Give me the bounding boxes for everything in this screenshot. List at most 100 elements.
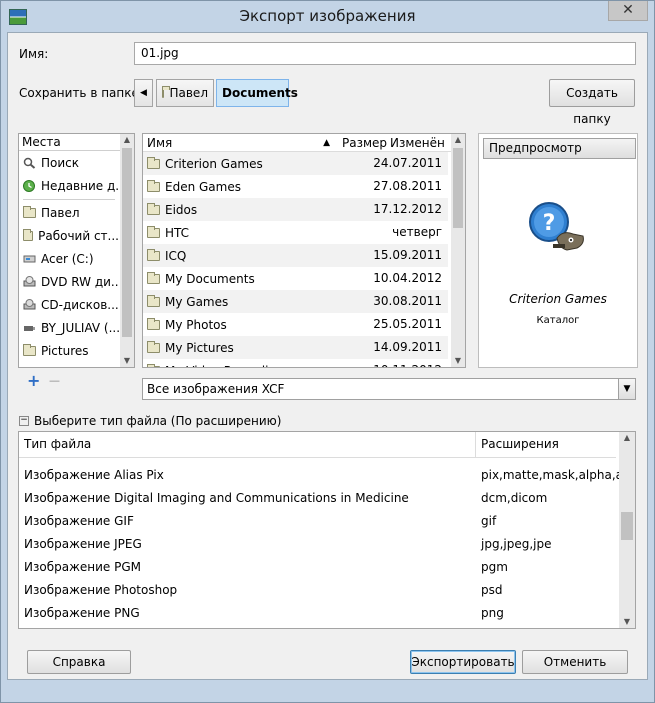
place-label: CD-дисков... (41, 297, 119, 312)
folder-icon (162, 86, 172, 98)
unknown-preview-icon: ? (527, 200, 591, 256)
place-usb[interactable]: BY_JULIAV (... (19, 316, 119, 339)
crumb-label: Documents (222, 86, 298, 100)
place-label: Рабочий ст... (38, 228, 119, 243)
file-type-scrollbar[interactable]: ▲ ▼ (619, 432, 635, 628)
file-name-cell: Eden Games (143, 179, 342, 194)
file-row[interactable]: HTC четверг (143, 221, 448, 244)
expander-label: Выберите тип файла (По расширению) (34, 414, 282, 428)
file-row[interactable]: Criterion Games 24.07.2011 (143, 152, 448, 175)
preview-toggle-button[interactable]: Предпросмотр (483, 138, 636, 159)
file-type-row[interactable]: Изображение GIF gif (19, 510, 616, 533)
preview-kind: Каталог (536, 315, 580, 326)
collapse-icon: − (19, 415, 29, 426)
folder-icon (23, 205, 36, 218)
column-file-type[interactable]: Тип файла (24, 437, 91, 451)
file-row[interactable]: My Video Recordings 10.11.2012 (143, 359, 448, 368)
folder-icon (147, 248, 160, 261)
file-row[interactable]: My Photos 25.05.2011 (143, 313, 448, 336)
scroll-up-icon[interactable]: ▲ (120, 134, 134, 146)
place-dvd[interactable]: DVD RW ди... (19, 270, 119, 293)
file-name: My Video Recordings (165, 364, 290, 368)
place-label: Павел (41, 205, 80, 220)
crumb-pavel[interactable]: Павел (156, 79, 214, 107)
file-type-row[interactable]: Изображение Digital Imaging and Communic… (19, 487, 616, 510)
places-scrollbar[interactable]: ▲ ▼ (120, 134, 134, 367)
place-pictures[interactable]: Pictures (19, 339, 119, 362)
file-row[interactable]: Eidos 17.12.2012 (143, 198, 448, 221)
files-scrollbar[interactable]: ▲ ▼ (451, 134, 465, 367)
folder-icon (147, 271, 160, 284)
file-type-header: Тип файла Расширения (19, 432, 616, 458)
file-date: 25.05.2011 (373, 317, 442, 331)
window-title: Экспорт изображения (239, 7, 416, 25)
chevron-down-icon[interactable]: ▼ (618, 379, 635, 399)
column-modified[interactable]: Изменён (388, 134, 453, 152)
export-button[interactable]: Экспортировать (410, 650, 516, 674)
file-name: Criterion Games (165, 156, 263, 171)
column-name[interactable]: Имя ▲ (143, 134, 338, 152)
column-size[interactable]: Размер (338, 134, 388, 152)
folder-icon (147, 317, 160, 330)
file-row[interactable]: My Documents 10.04.2012 (143, 267, 448, 290)
file-type-row[interactable]: Изображение PGM pgm (19, 556, 616, 579)
file-name: My Photos (165, 317, 227, 332)
file-type-ext: dcm,dicom (481, 491, 548, 505)
place-pavel[interactable]: Павел (19, 201, 119, 224)
usb-icon (23, 322, 36, 333)
files-scroll-thumb[interactable] (453, 148, 463, 228)
preview-filename: Criterion Games (509, 292, 607, 306)
folder-icon (147, 340, 160, 353)
remove-place-button[interactable]: — (49, 374, 60, 388)
place-drive-c[interactable]: Acer (C:) (19, 247, 119, 270)
place-label: Недавние д... (41, 178, 119, 193)
create-folder-button[interactable]: Создать папку (549, 79, 635, 126)
file-row[interactable]: Eden Games 27.08.2011 (143, 175, 448, 198)
places-divider (23, 199, 115, 200)
save-in-label: Сохранить в папке (19, 86, 139, 100)
sort-ascending-icon: ▲ (323, 138, 330, 148)
places-header[interactable]: Места (19, 134, 122, 151)
file-row[interactable]: ICQ 15.09.2011 (143, 244, 448, 267)
file-type-row[interactable]: Изображение JPEG jpg,jpeg,jpe (19, 533, 616, 556)
file-type-ext: gif (481, 514, 497, 528)
file-type-name: Изображение PGM (24, 560, 141, 574)
place-recent[interactable]: Недавние д... (19, 174, 119, 197)
path-back-button[interactable]: ◀ (134, 79, 153, 107)
file-name-cell: My Photos (143, 317, 342, 332)
file-date: 10.04.2012 (373, 271, 442, 285)
add-place-button[interactable]: + (27, 373, 40, 389)
folder-icon (147, 156, 160, 169)
cancel-button[interactable]: Отменить (522, 650, 628, 674)
file-type-row[interactable]: Изображение Alias Pix pix,matte,mask,alph… (19, 464, 633, 487)
scroll-down-icon[interactable]: ▼ (120, 355, 134, 367)
column-extensions[interactable]: Расширения (481, 437, 559, 451)
crumb-documents[interactable]: Documents (216, 79, 298, 107)
places-scroll-thumb[interactable] (122, 148, 132, 337)
place-desktop[interactable]: Рабочий ст... (19, 224, 119, 247)
file-name: Eidos (165, 202, 198, 217)
file-type-row[interactable]: Изображение Photoshop psd (19, 579, 616, 602)
file-date: 30.08.2011 (373, 294, 442, 308)
place-cd[interactable]: CD-дисков... (19, 293, 119, 316)
file-filter-combo[interactable]: Все изображения XCF ▼ (142, 378, 636, 400)
close-button[interactable]: ✕ (608, 1, 648, 21)
svg-text:?: ? (543, 211, 556, 236)
filename-input[interactable]: 01.jpg (134, 42, 636, 65)
place-search[interactable]: Поиск (19, 151, 119, 174)
file-date: четверг (392, 225, 442, 239)
file-row[interactable]: My Pictures 14.09.2011 (143, 336, 448, 359)
file-row[interactable]: My Games 30.08.2011 (143, 290, 448, 313)
file-type-scroll-thumb[interactable] (621, 512, 633, 540)
file-type-name: Изображение Photoshop (24, 583, 178, 597)
file-type-row[interactable]: Изображение PNG png (19, 602, 616, 625)
file-type-expander[interactable]: − Выберите тип файла (По расширению) (19, 414, 281, 428)
folder-icon (147, 202, 160, 215)
scroll-down-icon[interactable]: ▼ (619, 616, 635, 628)
help-button[interactable]: Справка (27, 650, 131, 674)
file-type-name: Изображение Alias Pix (24, 468, 164, 482)
scroll-up-icon[interactable]: ▲ (451, 134, 465, 146)
scroll-up-icon[interactable]: ▲ (619, 432, 635, 444)
scroll-down-icon[interactable]: ▼ (451, 355, 465, 367)
file-type-ext: psd (481, 583, 503, 597)
